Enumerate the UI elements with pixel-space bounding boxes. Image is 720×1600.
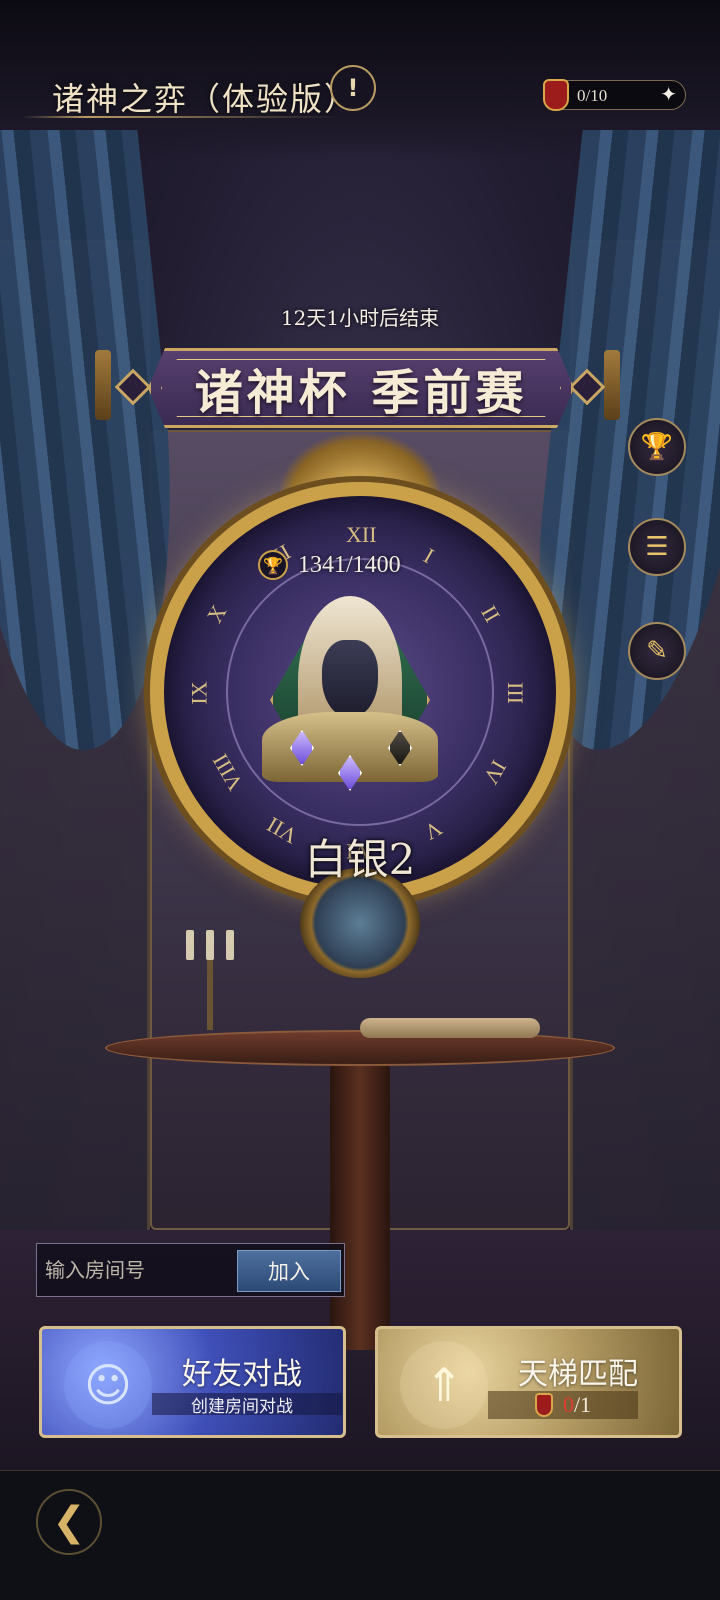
quill-side-button[interactable]: ✎: [628, 622, 686, 680]
info-button[interactable]: !: [330, 65, 376, 111]
room-join-box: 加入: [36, 1243, 345, 1297]
friend-battle-button[interactable]: ☺ 好友对战 创建房间对战: [39, 1326, 346, 1438]
trophy-side-button[interactable]: 🏆: [628, 418, 686, 476]
left-tassel: [95, 350, 111, 420]
clock-numeral: IX: [186, 681, 212, 705]
table-leg: [330, 1060, 390, 1350]
ladder-ticket-count: 0/1: [488, 1391, 638, 1419]
rank-name: 白银2: [304, 835, 416, 884]
trophy-button-icon: 🏆: [640, 432, 674, 462]
exclamation-icon: !: [347, 74, 359, 102]
back-button[interactable]: ❮: [36, 1489, 102, 1555]
game-title: 诸神之弈（体验版）: [52, 80, 359, 118]
candelabra: [180, 930, 240, 1030]
event-countdown: 12天1小时后结束: [280, 306, 440, 330]
trophy-icon: 🏆: [258, 550, 288, 580]
friends-head-icon: ☺: [64, 1341, 152, 1429]
red-ticket-icon: [534, 1393, 553, 1417]
ladder-match-title: 天梯匹配: [518, 1357, 638, 1392]
top-header: 诸神之弈（体验版） ! 0/10 ✦: [0, 60, 720, 130]
clock-numeral: XII: [346, 522, 377, 547]
ladder-arrows-icon: ⇑: [400, 1341, 488, 1429]
sparkle-icon[interactable]: ✦: [660, 82, 677, 106]
clock-numeral: II: [476, 601, 506, 627]
title-underline: [22, 116, 342, 118]
list-side-button[interactable]: ☰: [628, 518, 686, 576]
event-title: 诸神杯 季前赛: [194, 365, 528, 421]
friend-battle-subtitle: 创建房间对战: [191, 1397, 293, 1417]
clock-numeral: X: [201, 600, 232, 627]
rank-score: 🏆 1341/1400: [258, 548, 401, 582]
scroll-prop: [360, 1018, 540, 1038]
room-number-input[interactable]: [45, 1250, 235, 1290]
friend-battle-title: 好友对战: [182, 1357, 302, 1392]
clock-numeral: IV: [478, 755, 512, 789]
right-tassel: [604, 350, 620, 420]
ticket-counter[interactable]: 0/10 ✦: [543, 79, 686, 111]
table-top: [105, 1030, 615, 1066]
bottom-bar: ❮: [0, 1470, 720, 1600]
join-button[interactable]: 加入: [237, 1250, 341, 1292]
ladder-count-total: /1: [573, 1392, 592, 1417]
score-text: 1341/1400: [298, 551, 401, 578]
figure-face: [322, 640, 378, 718]
ladder-match-button[interactable]: ⇑ 天梯匹配 0/1: [375, 1326, 682, 1438]
event-banner: 诸神杯 季前赛: [148, 348, 574, 428]
back-arrow-icon: ❮: [52, 1499, 86, 1545]
list-document-icon: ☰: [645, 532, 669, 562]
ticket-count: 0/10: [577, 86, 608, 105]
ladder-count-used: 0: [562, 1392, 574, 1417]
clock-numeral: I: [419, 543, 439, 569]
red-ticket-icon: [543, 79, 569, 111]
clock-numeral: III: [502, 682, 528, 704]
quill-book-icon: ✎: [646, 636, 668, 666]
